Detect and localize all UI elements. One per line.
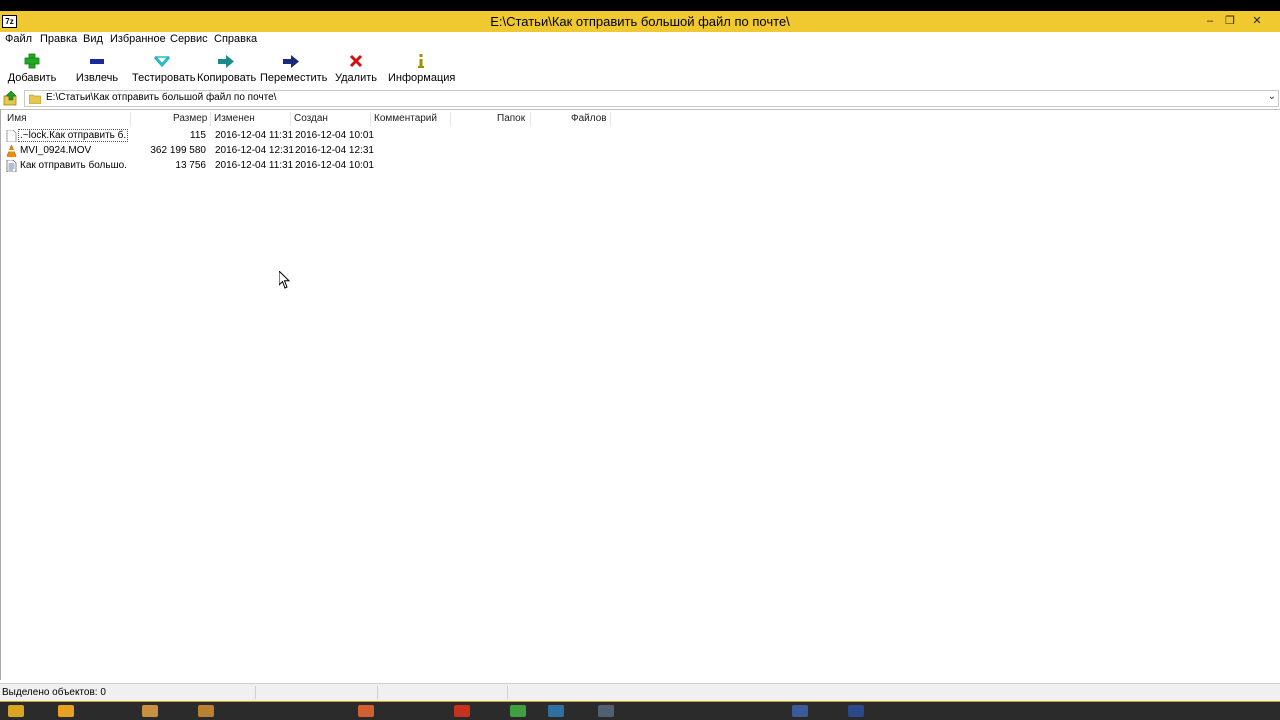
extract-icon	[90, 59, 104, 64]
copy-icon	[218, 55, 234, 68]
file-modified: 2016-12-04 12:31	[215, 145, 294, 156]
add-icon	[24, 53, 40, 69]
extract-button[interactable]: Извлечь	[74, 50, 120, 88]
address-path: E:\Статьи\Как отправить большой файл по …	[46, 92, 277, 103]
extract-label: Извлечь	[75, 72, 119, 84]
copy-button[interactable]: Копировать	[197, 50, 257, 88]
folder-icon	[29, 94, 41, 104]
file-name: MVI_0924.MOV	[20, 145, 92, 156]
column-name[interactable]: Имя	[7, 113, 26, 124]
test-button[interactable]: Тестировать	[132, 50, 196, 88]
file-size: 13 756	[175, 160, 206, 171]
status-divider	[507, 686, 508, 699]
delete-icon	[349, 54, 363, 68]
table-row[interactable]: .~lock.Как отправить б... 115 2016-12-04…	[1, 129, 1280, 144]
test-icon	[153, 56, 171, 68]
window-title: E:\Статьи\Как отправить большой файл по …	[490, 14, 790, 29]
title-bar[interactable]: 7z E:\Статьи\Как отправить большой файл …	[0, 11, 1280, 33]
taskbar-app-icon[interactable]	[792, 705, 808, 717]
file-modified: 2016-12-04 11:31	[215, 130, 294, 141]
start-icon[interactable]	[8, 705, 24, 717]
taskbar	[0, 701, 1280, 720]
column-files[interactable]: Файлов	[571, 113, 607, 124]
status-selected-count: Выделено объектов: 0	[2, 687, 106, 698]
maximize-button[interactable]: ❐	[1218, 13, 1242, 29]
mouse-cursor-icon	[279, 271, 291, 289]
menu-edit[interactable]: Правка	[40, 33, 77, 45]
file-created: 2016-12-04 10:01	[295, 160, 374, 171]
file-created: 2016-12-04 12:31	[295, 145, 374, 156]
menu-help[interactable]: Справка	[214, 33, 257, 45]
delete-button[interactable]: Удалить	[334, 50, 378, 88]
table-row[interactable]: Как отправить большо... 13 756 2016-12-0…	[1, 159, 1280, 174]
move-label: Переместить	[260, 72, 328, 84]
table-row[interactable]: MVI_0924.MOV 362 199 580 2016-12-04 12:3…	[1, 144, 1280, 159]
status-divider	[255, 686, 256, 699]
file-modified: 2016-12-04 11:31	[215, 160, 294, 171]
menu-tools[interactable]: Сервис	[170, 33, 208, 45]
move-icon	[283, 55, 299, 68]
column-created[interactable]: Создан	[294, 113, 328, 124]
info-label: Информация	[388, 72, 456, 84]
column-folders[interactable]: Папок	[497, 113, 525, 124]
taskbar-app-icon[interactable]	[454, 705, 470, 717]
column-modified[interactable]: Изменен	[214, 113, 255, 124]
up-folder-icon[interactable]	[3, 90, 19, 106]
chevron-down-icon[interactable]: ⌄	[1268, 91, 1276, 102]
column-comment[interactable]: Комментарий	[374, 113, 437, 124]
status-bar: Выделено объектов: 0	[0, 683, 1280, 701]
taskbar-app-icon[interactable]	[598, 705, 614, 717]
info-icon	[418, 54, 424, 68]
column-divider	[290, 112, 291, 126]
column-divider	[130, 112, 131, 126]
document-icon	[6, 160, 17, 172]
file-icon	[6, 130, 17, 142]
close-button[interactable]: ✕	[1245, 13, 1269, 29]
column-divider	[530, 112, 531, 126]
column-divider	[610, 112, 611, 126]
column-divider	[210, 112, 211, 126]
menu-view[interactable]: Вид	[83, 33, 103, 45]
file-list[interactable]: Имя Размер Изменен Создан Комментарий Па…	[0, 109, 1280, 680]
copy-label: Копировать	[197, 72, 257, 84]
taskbar-app-icon[interactable]	[510, 705, 526, 717]
info-button[interactable]: Информация	[388, 50, 456, 88]
menu-file[interactable]: Файл	[5, 33, 32, 45]
address-bar: E:\Статьи\Как отправить большой файл по …	[0, 89, 1280, 108]
vlc-icon	[6, 145, 17, 157]
screen-top-strip	[0, 0, 1280, 11]
column-size[interactable]: Размер	[173, 113, 207, 124]
add-label: Добавить	[7, 72, 57, 84]
column-header: Имя Размер Изменен Создан Комментарий Па…	[1, 110, 1280, 128]
menu-bar: Файл Правка Вид Избранное Сервис Справка	[0, 32, 1280, 48]
column-divider	[370, 112, 371, 126]
taskbar-app-icon[interactable]	[848, 705, 864, 717]
status-divider	[377, 686, 378, 699]
taskbar-app-icon[interactable]	[198, 705, 214, 717]
taskbar-app-icon[interactable]	[548, 705, 564, 717]
file-size: 362 199 580	[150, 145, 206, 156]
menu-favorites[interactable]: Избранное	[110, 33, 166, 45]
file-size: 115	[190, 130, 206, 141]
address-input[interactable]: E:\Статьи\Как отправить большой файл по …	[24, 90, 1279, 107]
file-name: Как отправить большо...	[20, 160, 127, 171]
delete-label: Удалить	[335, 72, 377, 84]
taskbar-app-icon[interactable]	[358, 705, 374, 717]
add-button[interactable]: Добавить	[6, 50, 58, 88]
toolbar: Добавить Извлечь Тестировать Копировать …	[0, 48, 1280, 89]
file-name: .~lock.Как отправить б...	[20, 130, 127, 141]
move-button[interactable]: Переместить	[260, 50, 328, 88]
column-divider	[450, 112, 451, 126]
taskbar-app-icon[interactable]	[58, 705, 74, 717]
test-label: Тестировать	[132, 72, 196, 84]
file-created: 2016-12-04 10:01	[295, 130, 374, 141]
taskbar-app-icon[interactable]	[142, 705, 158, 717]
